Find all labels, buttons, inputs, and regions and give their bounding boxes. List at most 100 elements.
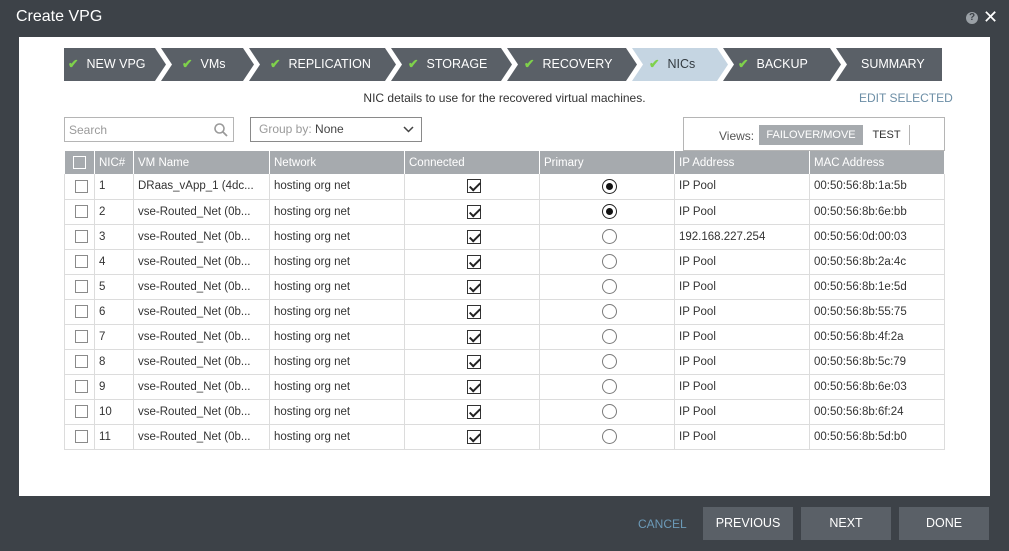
- column-header-connected[interactable]: Connected: [404, 151, 540, 174]
- primary-cell: [539, 199, 675, 225]
- row-checkbox[interactable]: [75, 380, 88, 393]
- connected-checkbox[interactable]: [467, 279, 481, 294]
- connected-checkbox[interactable]: [467, 329, 481, 344]
- row-checkbox[interactable]: [75, 280, 88, 293]
- primary-radio[interactable]: [601, 229, 617, 244]
- primary-radio[interactable]: [601, 204, 617, 219]
- connected-checkbox[interactable]: [467, 179, 481, 194]
- column-header-primary[interactable]: Primary: [539, 151, 675, 174]
- connected-checkbox[interactable]: [467, 404, 481, 419]
- check-icon: ✔: [649, 57, 660, 71]
- step-label: REPLICATION: [288, 57, 371, 71]
- table-row[interactable]: 1 DRaas_vApp_1 (4dc... hosting org net IP P…: [64, 174, 945, 200]
- check-icon: ✔: [738, 57, 749, 71]
- network-name: hosting org net: [269, 324, 405, 350]
- row-checkbox[interactable]: [75, 230, 88, 243]
- table-row[interactable]: 8 vse-Routed_Net (0b... hosting org net IP …: [64, 349, 945, 375]
- check-icon: ✔: [270, 57, 281, 71]
- row-checkbox[interactable]: [75, 405, 88, 418]
- dialog-panel: ✔ NEW VPG ✔ VMs ✔ REPLICATION ✔ STORAGE ✔ REC…: [19, 37, 990, 531]
- table-row[interactable]: 7 vse-Routed_Net (0b... hosting org net IP …: [64, 324, 945, 350]
- page-subtitle: NIC details to use for the recovered vir…: [363, 91, 646, 105]
- help-icon[interactable]: ?: [966, 12, 978, 24]
- connected-checkbox[interactable]: [467, 429, 481, 444]
- step-recovery[interactable]: ✔ RECOVERY: [507, 48, 637, 81]
- step-summary[interactable]: SUMMARY: [836, 48, 942, 81]
- dialog-title: Create VPG: [16, 8, 103, 25]
- mac-address: 00:50:56:8b:5d:b0: [809, 424, 945, 450]
- row-checkbox[interactable]: [75, 430, 88, 443]
- views-toggle: Views: FAILOVER/MOVE TEST: [683, 117, 945, 151]
- done-button[interactable]: DONE: [899, 507, 989, 540]
- row-checkbox[interactable]: [75, 305, 88, 318]
- nic-number: 4: [94, 249, 134, 275]
- table-row[interactable]: 6 vse-Routed_Net (0b... hosting org net IP …: [64, 299, 945, 325]
- table-row[interactable]: 4 vse-Routed_Net (0b... hosting org net IP …: [64, 249, 945, 275]
- cancel-button[interactable]: CANCEL: [638, 517, 687, 531]
- primary-radio[interactable]: [601, 304, 617, 319]
- check-icon: ✔: [68, 57, 79, 71]
- table-row[interactable]: 5 vse-Routed_Net (0b... hosting org net IP …: [64, 274, 945, 300]
- primary-radio[interactable]: [601, 178, 617, 194]
- nic-number: 3: [94, 224, 134, 250]
- vm-name: vse-Routed_Net (0b...: [133, 399, 270, 425]
- row-select-cell: [64, 399, 95, 425]
- chevron-down-icon: [403, 126, 414, 133]
- connected-checkbox[interactable]: [467, 204, 481, 219]
- table-row[interactable]: 11 vse-Routed_Net (0b... hosting org net IP…: [64, 424, 945, 450]
- row-checkbox[interactable]: [75, 255, 88, 268]
- ip-address: IP Pool: [674, 374, 810, 400]
- step-storage[interactable]: ✔ STORAGE: [391, 48, 512, 81]
- connected-checkbox[interactable]: [467, 304, 481, 319]
- group-by-select[interactable]: Group by: None: [250, 117, 422, 142]
- select-all-checkbox[interactable]: [72, 156, 86, 169]
- connected-checkbox[interactable]: [467, 229, 481, 244]
- edit-selected-link[interactable]: EDIT SELECTED: [859, 91, 953, 105]
- previous-button[interactable]: PREVIOUS: [703, 507, 793, 540]
- primary-radio[interactable]: [601, 279, 617, 294]
- connected-cell: [404, 249, 540, 275]
- views-divider: [909, 125, 910, 145]
- close-icon[interactable]: ✕: [983, 7, 998, 27]
- column-header-mac-address[interactable]: MAC Address: [809, 151, 945, 174]
- search-input[interactable]: [69, 121, 209, 138]
- primary-radio[interactable]: [601, 254, 617, 269]
- primary-radio[interactable]: [601, 404, 617, 419]
- table-row[interactable]: 2 vse-Routed_Net (0b... hosting org net IP …: [64, 199, 945, 225]
- search-box: [64, 117, 234, 142]
- view-failover-button[interactable]: FAILOVER/MOVE: [759, 125, 863, 145]
- column-header-vm-name[interactable]: VM Name: [133, 151, 270, 174]
- step-backup[interactable]: ✔ BACKUP: [723, 48, 841, 81]
- step-vms[interactable]: ✔ VMs: [161, 48, 254, 81]
- column-header-ip-address[interactable]: IP Address: [674, 151, 810, 174]
- step-replication[interactable]: ✔ REPLICATION: [249, 48, 396, 81]
- column-header-network[interactable]: Network: [269, 151, 405, 174]
- column-header-nic[interactable]: NIC#: [94, 151, 134, 174]
- row-checkbox[interactable]: [75, 355, 88, 368]
- connected-checkbox[interactable]: [467, 354, 481, 369]
- ip-address: IP Pool: [674, 324, 810, 350]
- connected-cell: [404, 224, 540, 250]
- connected-checkbox[interactable]: [467, 254, 481, 269]
- group-by-value: None: [315, 122, 344, 136]
- table-row[interactable]: 9 vse-Routed_Net (0b... hosting org net IP …: [64, 374, 945, 400]
- next-button[interactable]: NEXT: [801, 507, 891, 540]
- connected-checkbox[interactable]: [467, 379, 481, 394]
- row-checkbox[interactable]: [75, 179, 88, 193]
- primary-radio[interactable]: [601, 329, 617, 344]
- vm-name: vse-Routed_Net (0b...: [133, 249, 270, 275]
- primary-radio[interactable]: [601, 354, 617, 369]
- row-select-cell: [64, 324, 95, 350]
- table-row[interactable]: 3 vse-Routed_Net (0b... hosting org net 192…: [64, 224, 945, 250]
- search-icon[interactable]: [213, 122, 229, 138]
- connected-cell: [404, 349, 540, 375]
- primary-radio[interactable]: [601, 379, 617, 394]
- row-checkbox[interactable]: [75, 205, 88, 218]
- step-new-vpg[interactable]: ✔ NEW VPG: [64, 48, 166, 81]
- table-row[interactable]: 10 vse-Routed_Net (0b... hosting org net IP…: [64, 399, 945, 425]
- view-test-button[interactable]: TEST: [864, 125, 909, 145]
- primary-radio[interactable]: [601, 429, 617, 444]
- step-nics[interactable]: ✔ NICs: [632, 48, 728, 81]
- row-checkbox[interactable]: [75, 330, 88, 343]
- mac-address: 00:50:56:8b:55:75: [809, 299, 945, 325]
